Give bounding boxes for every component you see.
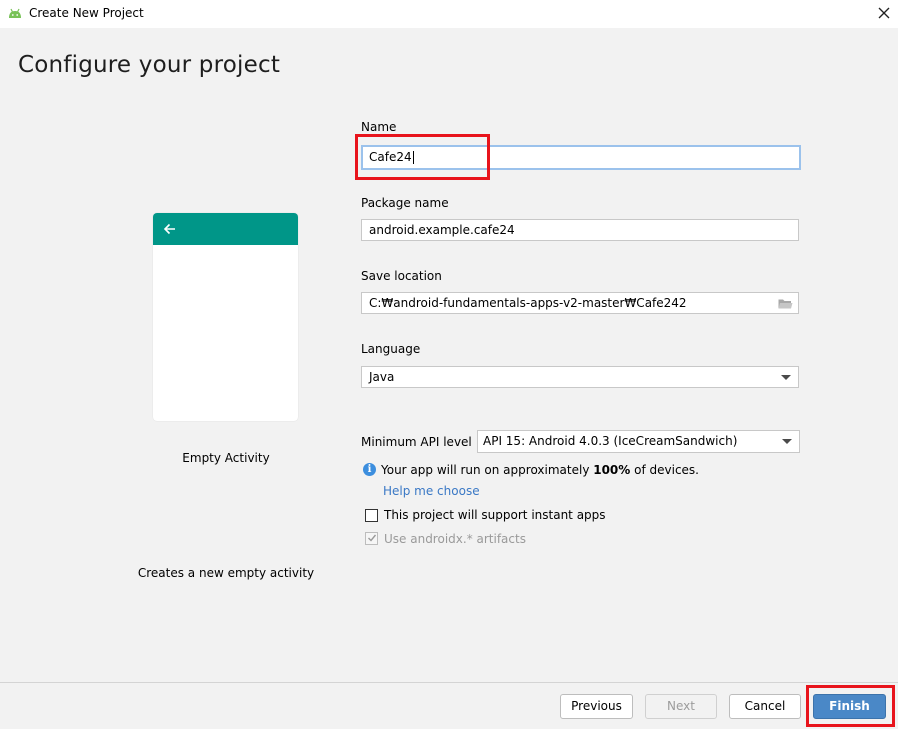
androidx-label: Use androidx.* artifacts [384,532,526,546]
checkmark-icon [368,534,377,542]
android-icon [9,8,21,18]
activity-preview-card [153,213,298,421]
name-input[interactable]: Cafe24 [361,145,801,170]
minimum-api-label: Minimum API level [361,435,472,449]
package-name-input[interactable]: android.example.cafe24 [361,219,799,241]
package-name-value: android.example.cafe24 [369,223,515,237]
instant-apps-label[interactable]: This project will support instant apps [384,508,606,522]
name-label: Name [361,120,397,134]
info-icon: i [363,463,376,476]
page-title: Configure your project [18,52,281,78]
finish-button[interactable]: Finish [813,694,886,719]
title-bar: Create New Project [0,0,898,28]
androidx-checkbox [365,532,378,545]
preview-app-bar [153,213,298,245]
close-icon[interactable] [876,5,892,21]
minimum-api-value: API 15: Android 4.0.3 (IceCreamSandwich) [483,434,738,448]
template-description: Creates a new empty activity [137,566,315,580]
package-name-label: Package name [361,196,449,210]
cancel-button[interactable]: Cancel [729,694,801,719]
language-label: Language [361,342,421,356]
coverage-percent: 100% [593,463,631,477]
language-select[interactable]: Java [361,366,799,388]
help-me-choose-link[interactable]: Help me choose [383,484,480,498]
text-caret [412,151,414,164]
next-button[interactable]: Next [645,694,717,719]
save-location-value: C:₩android-fundamentals-apps-v2-master₩C… [369,296,687,310]
coverage-suffix: of devices. [630,463,699,477]
window-title: Create New Project [29,6,144,20]
device-coverage-text: Your app will run on approximately 100% … [381,463,699,477]
chevron-down-icon [782,439,792,444]
save-location-input[interactable]: C:₩android-fundamentals-apps-v2-master₩C… [361,292,799,314]
template-name: Empty Activity [182,451,270,465]
chevron-down-icon [781,375,791,380]
name-input-value: Cafe24 [369,150,412,164]
minimum-api-select[interactable]: API 15: Android 4.0.3 (IceCreamSandwich) [477,430,800,453]
previous-button[interactable]: Previous [560,694,633,719]
save-location-label: Save location [361,269,442,283]
language-value: Java [369,370,395,384]
folder-icon[interactable] [778,298,793,309]
footer-divider [0,682,898,683]
arrow-left-icon [163,223,175,235]
instant-apps-checkbox[interactable] [365,509,378,522]
coverage-prefix: Your app will run on approximately [381,463,594,477]
